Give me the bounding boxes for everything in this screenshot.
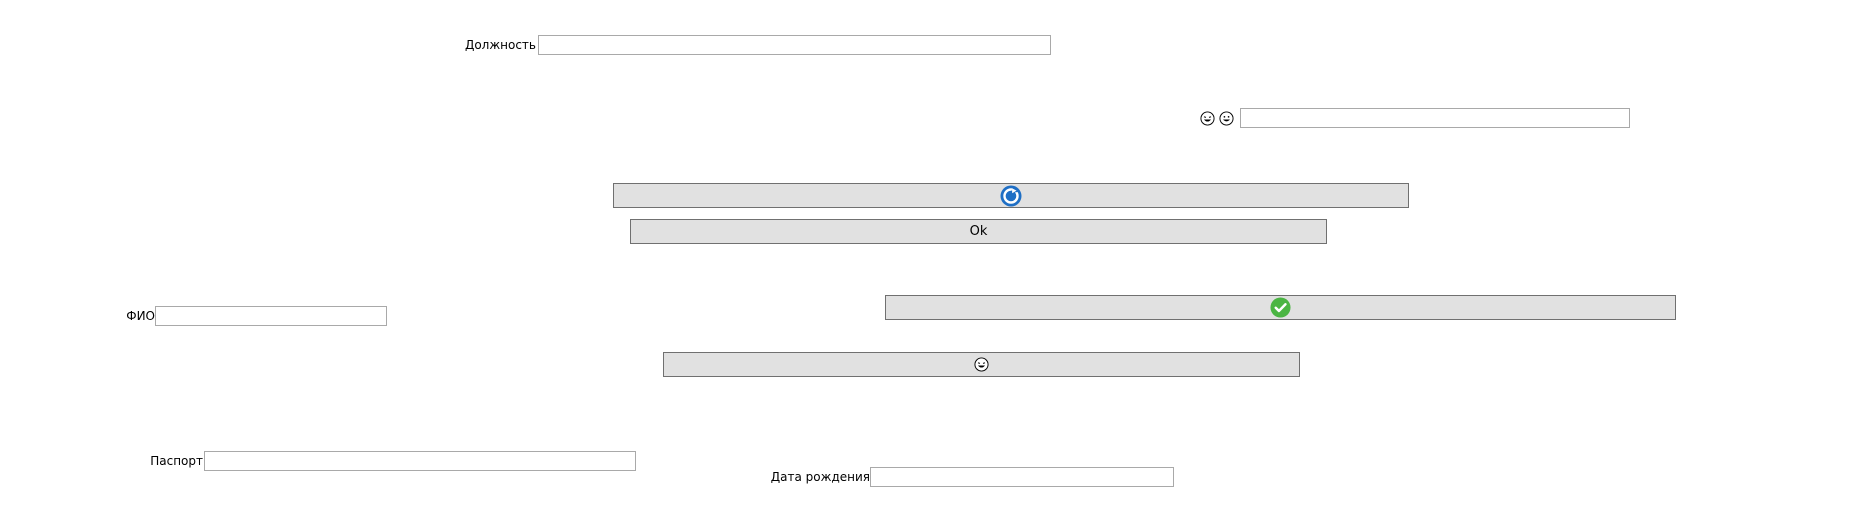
position-label: Должность bbox=[464, 38, 536, 52]
emoji-field[interactable] bbox=[1240, 108, 1630, 128]
laughing-face-icon bbox=[974, 357, 989, 372]
refresh-button[interactable] bbox=[613, 183, 1409, 208]
form-window: { "form": { "position_label": "Должность… bbox=[0, 0, 1850, 508]
green-check-icon bbox=[1270, 297, 1291, 318]
ok-button[interactable]: Ok bbox=[630, 219, 1327, 244]
emoji-field-icons bbox=[1200, 108, 1234, 128]
emoji-button[interactable] bbox=[663, 352, 1300, 377]
blue-refresh-icon bbox=[1000, 185, 1022, 206]
check-button[interactable] bbox=[885, 295, 1676, 320]
grinning-face-icon bbox=[1219, 110, 1234, 126]
birth-date-label: Дата рождения bbox=[770, 470, 870, 484]
passport-field[interactable] bbox=[204, 451, 636, 471]
laughing-face-icon bbox=[1200, 110, 1215, 126]
fio-label: ФИО bbox=[126, 309, 155, 323]
passport-label: Паспорт bbox=[150, 454, 203, 468]
fio-field[interactable] bbox=[155, 306, 387, 326]
birth-date-field[interactable] bbox=[870, 467, 1174, 487]
position-field[interactable] bbox=[538, 35, 1051, 55]
